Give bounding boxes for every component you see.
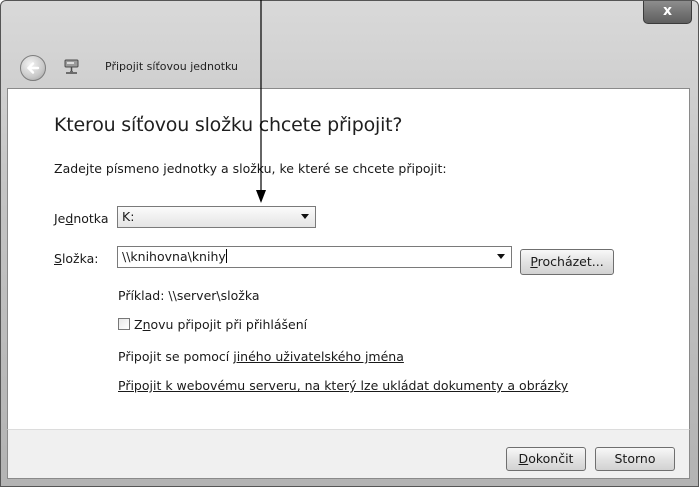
annotation-arrow: [256, 0, 266, 203]
